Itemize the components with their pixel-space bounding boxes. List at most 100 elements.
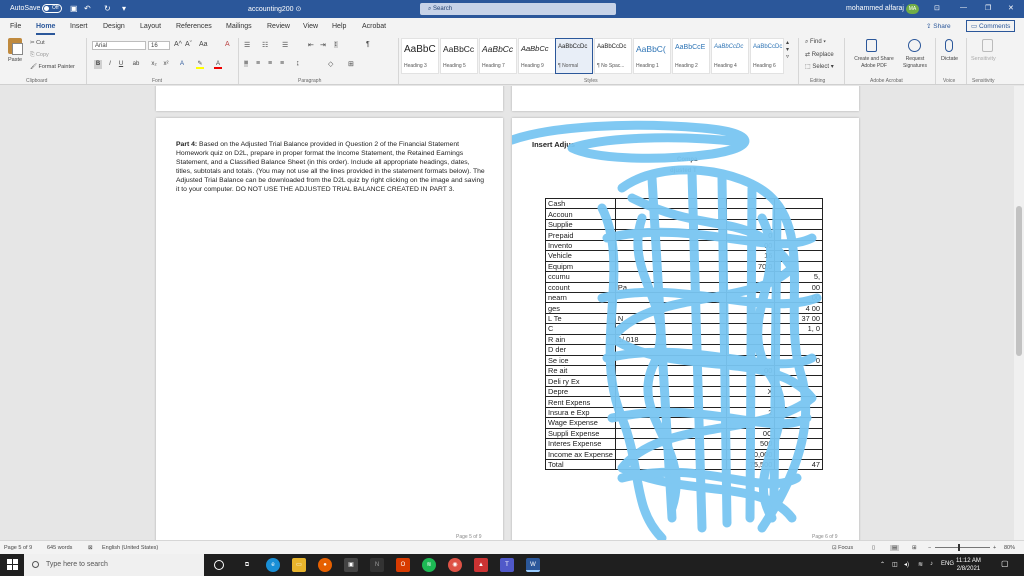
photos-icon[interactable]: ▲ bbox=[474, 558, 488, 572]
scrollbar-thumb[interactable] bbox=[1016, 206, 1022, 356]
multilevel-list-icon[interactable]: ☰ bbox=[282, 41, 288, 49]
strikethrough-button[interactable]: ab bbox=[132, 60, 140, 69]
vertical-scrollbar[interactable] bbox=[1014, 86, 1024, 540]
style-heading-3[interactable]: AaBbC Heading 3 bbox=[401, 38, 439, 74]
font-family-select[interactable]: Arial bbox=[92, 41, 146, 50]
network-icon[interactable]: ◫ bbox=[892, 561, 898, 568]
ribbon-display-icon[interactable]: ⊡ bbox=[934, 4, 940, 12]
teams-icon[interactable]: T bbox=[500, 558, 514, 572]
paste-button[interactable]: Paste bbox=[8, 57, 22, 63]
language-status[interactable]: English (United States) bbox=[102, 545, 158, 551]
autosave-toggle[interactable]: Off bbox=[42, 4, 62, 13]
customize-toolbar-icon[interactable]: ▾ bbox=[122, 4, 126, 13]
page-6[interactable]: Insert Adjus Compa djusted T Cash Accoun S… bbox=[512, 118, 859, 540]
tab-insert[interactable]: Insert bbox=[70, 23, 88, 30]
select-button[interactable]: ⬚ Select ▾ bbox=[805, 63, 834, 70]
bold-button[interactable]: B bbox=[94, 60, 102, 69]
sensitivity-button[interactable]: Sensitivity bbox=[971, 56, 996, 62]
show-marks-icon[interactable]: ¶ bbox=[366, 41, 370, 48]
proofing-icon[interactable]: ⊠ bbox=[88, 545, 93, 551]
superscript-button[interactable]: x² bbox=[162, 60, 170, 69]
underline-button[interactable]: U bbox=[117, 60, 125, 69]
justify-icon[interactable]: ≡ bbox=[280, 60, 284, 67]
avatar[interactable]: MA bbox=[906, 4, 919, 14]
sensitivity-icon[interactable] bbox=[982, 39, 993, 52]
taskbar-search[interactable]: Type here to search bbox=[24, 554, 204, 576]
comments-button[interactable]: ▭ Comments bbox=[966, 20, 1016, 32]
chrome-icon[interactable]: ◉ bbox=[448, 558, 462, 572]
style-heading-9[interactable]: AaBbCc Heading 9 bbox=[518, 38, 556, 74]
tab-acrobat[interactable]: Acrobat bbox=[362, 23, 386, 30]
minimize-icon[interactable]: — bbox=[960, 4, 967, 11]
style-heading-7[interactable]: AaBbCc Heading 7 bbox=[479, 38, 517, 74]
shrink-font-icon[interactable]: Aˇ bbox=[185, 41, 192, 48]
word-count[interactable]: 645 words bbox=[47, 545, 72, 551]
store-icon[interactable]: ▣ bbox=[344, 558, 358, 572]
search-box[interactable]: ⌕ Search bbox=[420, 3, 616, 15]
copy-button[interactable]: ⎘ Copy bbox=[30, 52, 49, 59]
change-case-icon[interactable]: Aa bbox=[199, 41, 208, 48]
clock[interactable]: 11:12 AM 2/8/2021 bbox=[956, 557, 981, 573]
document-area[interactable]: Part 4: Based on the Adjusted Trial Bala… bbox=[0, 86, 1014, 540]
task-view-icon[interactable]: ⧉ bbox=[240, 558, 254, 572]
tab-review[interactable]: Review bbox=[267, 23, 290, 30]
zoom-out-icon[interactable]: − bbox=[928, 545, 931, 551]
share-button[interactable]: ⇪ Share bbox=[926, 22, 951, 30]
page-counter[interactable]: Page 5 of 9 bbox=[4, 545, 32, 551]
zoom-slider-knob[interactable] bbox=[958, 544, 960, 551]
microphone-icon[interactable] bbox=[945, 39, 953, 52]
style-no-spacing[interactable]: AaBbCcDc ¶ No Spac... bbox=[594, 38, 632, 74]
notifications-icon[interactable]: ▢ bbox=[1001, 559, 1009, 568]
style-heading-4[interactable]: AaBbCcDc Heading 4 bbox=[711, 38, 749, 74]
app-n-icon[interactable]: N bbox=[370, 558, 384, 572]
style-normal[interactable]: AaBbCcDc ¶ Normal bbox=[555, 38, 593, 74]
style-heading-6[interactable]: AaBbCcDc Heading 6 bbox=[750, 38, 784, 74]
font-size-select[interactable]: 16 bbox=[148, 41, 170, 50]
close-icon[interactable]: ✕ bbox=[1008, 4, 1014, 12]
clear-formatting-icon[interactable]: A bbox=[225, 41, 230, 48]
numbering-icon[interactable]: ☷ bbox=[262, 41, 268, 49]
tab-mailings[interactable]: Mailings bbox=[226, 23, 252, 30]
tab-view[interactable]: View bbox=[303, 23, 318, 30]
tab-file[interactable]: File bbox=[10, 23, 21, 30]
office-icon[interactable]: O bbox=[396, 558, 410, 572]
firefox-icon[interactable]: ● bbox=[318, 558, 332, 572]
style-heading-1[interactable]: AaBbC(Heading 1 bbox=[633, 38, 671, 74]
align-left-icon[interactable]: ≡ bbox=[244, 60, 249, 67]
page-5[interactable]: Part 4: Based on the Adjusted Trial Bala… bbox=[156, 118, 503, 540]
dictate-button[interactable]: Dictate bbox=[941, 56, 958, 62]
subscript-button[interactable]: x₂ bbox=[150, 60, 158, 69]
find-button[interactable]: ⌕ Find ▾ bbox=[805, 39, 826, 46]
tab-design[interactable]: Design bbox=[103, 23, 125, 30]
tab-references[interactable]: References bbox=[176, 23, 212, 30]
cut-button[interactable]: ✂ Cut bbox=[30, 40, 45, 46]
font-color-icon[interactable]: A bbox=[214, 60, 222, 69]
style-heading-5[interactable]: AaBbCc Heading 5 bbox=[440, 38, 478, 74]
sort-icon[interactable]: ↕ bbox=[334, 41, 338, 48]
tab-layout[interactable]: Layout bbox=[140, 23, 161, 30]
wifi-icon[interactable]: ≋ bbox=[918, 561, 923, 568]
zoom-slider[interactable] bbox=[935, 547, 990, 548]
grow-font-icon[interactable]: A^ bbox=[174, 41, 182, 48]
increase-indent-icon[interactable]: ⇥ bbox=[320, 41, 326, 49]
request-signatures-icon[interactable] bbox=[908, 39, 921, 52]
cortana-icon[interactable] bbox=[214, 560, 224, 570]
web-layout-icon[interactable]: ⊞ bbox=[912, 545, 917, 551]
create-share-pdf-button[interactable]: Create and Share Adobe PDF bbox=[849, 56, 899, 70]
windows-start-icon[interactable] bbox=[7, 559, 18, 570]
tray-chevron-icon[interactable]: ⌃ bbox=[880, 561, 885, 568]
align-center-icon[interactable]: ≡ bbox=[256, 60, 260, 67]
speaker-icon[interactable]: ♪ bbox=[930, 561, 933, 567]
decrease-indent-icon[interactable]: ⇤ bbox=[308, 41, 314, 49]
request-signatures-button[interactable]: Request Signatures bbox=[900, 56, 930, 70]
highlight-icon[interactable]: ✎ bbox=[196, 60, 204, 69]
tab-home[interactable]: Home bbox=[36, 23, 56, 35]
zoom-level[interactable]: 80% bbox=[1004, 545, 1015, 551]
file-explorer-icon[interactable]: ▭ bbox=[292, 558, 306, 572]
print-layout-icon[interactable]: ▤ bbox=[890, 545, 900, 551]
spotify-icon[interactable]: ≋ bbox=[422, 558, 436, 572]
bullets-icon[interactable]: ☰ bbox=[244, 41, 250, 49]
italic-button[interactable]: I bbox=[106, 60, 114, 69]
paste-icon[interactable] bbox=[8, 38, 23, 55]
redo-icon[interactable]: ↻ bbox=[104, 4, 111, 13]
